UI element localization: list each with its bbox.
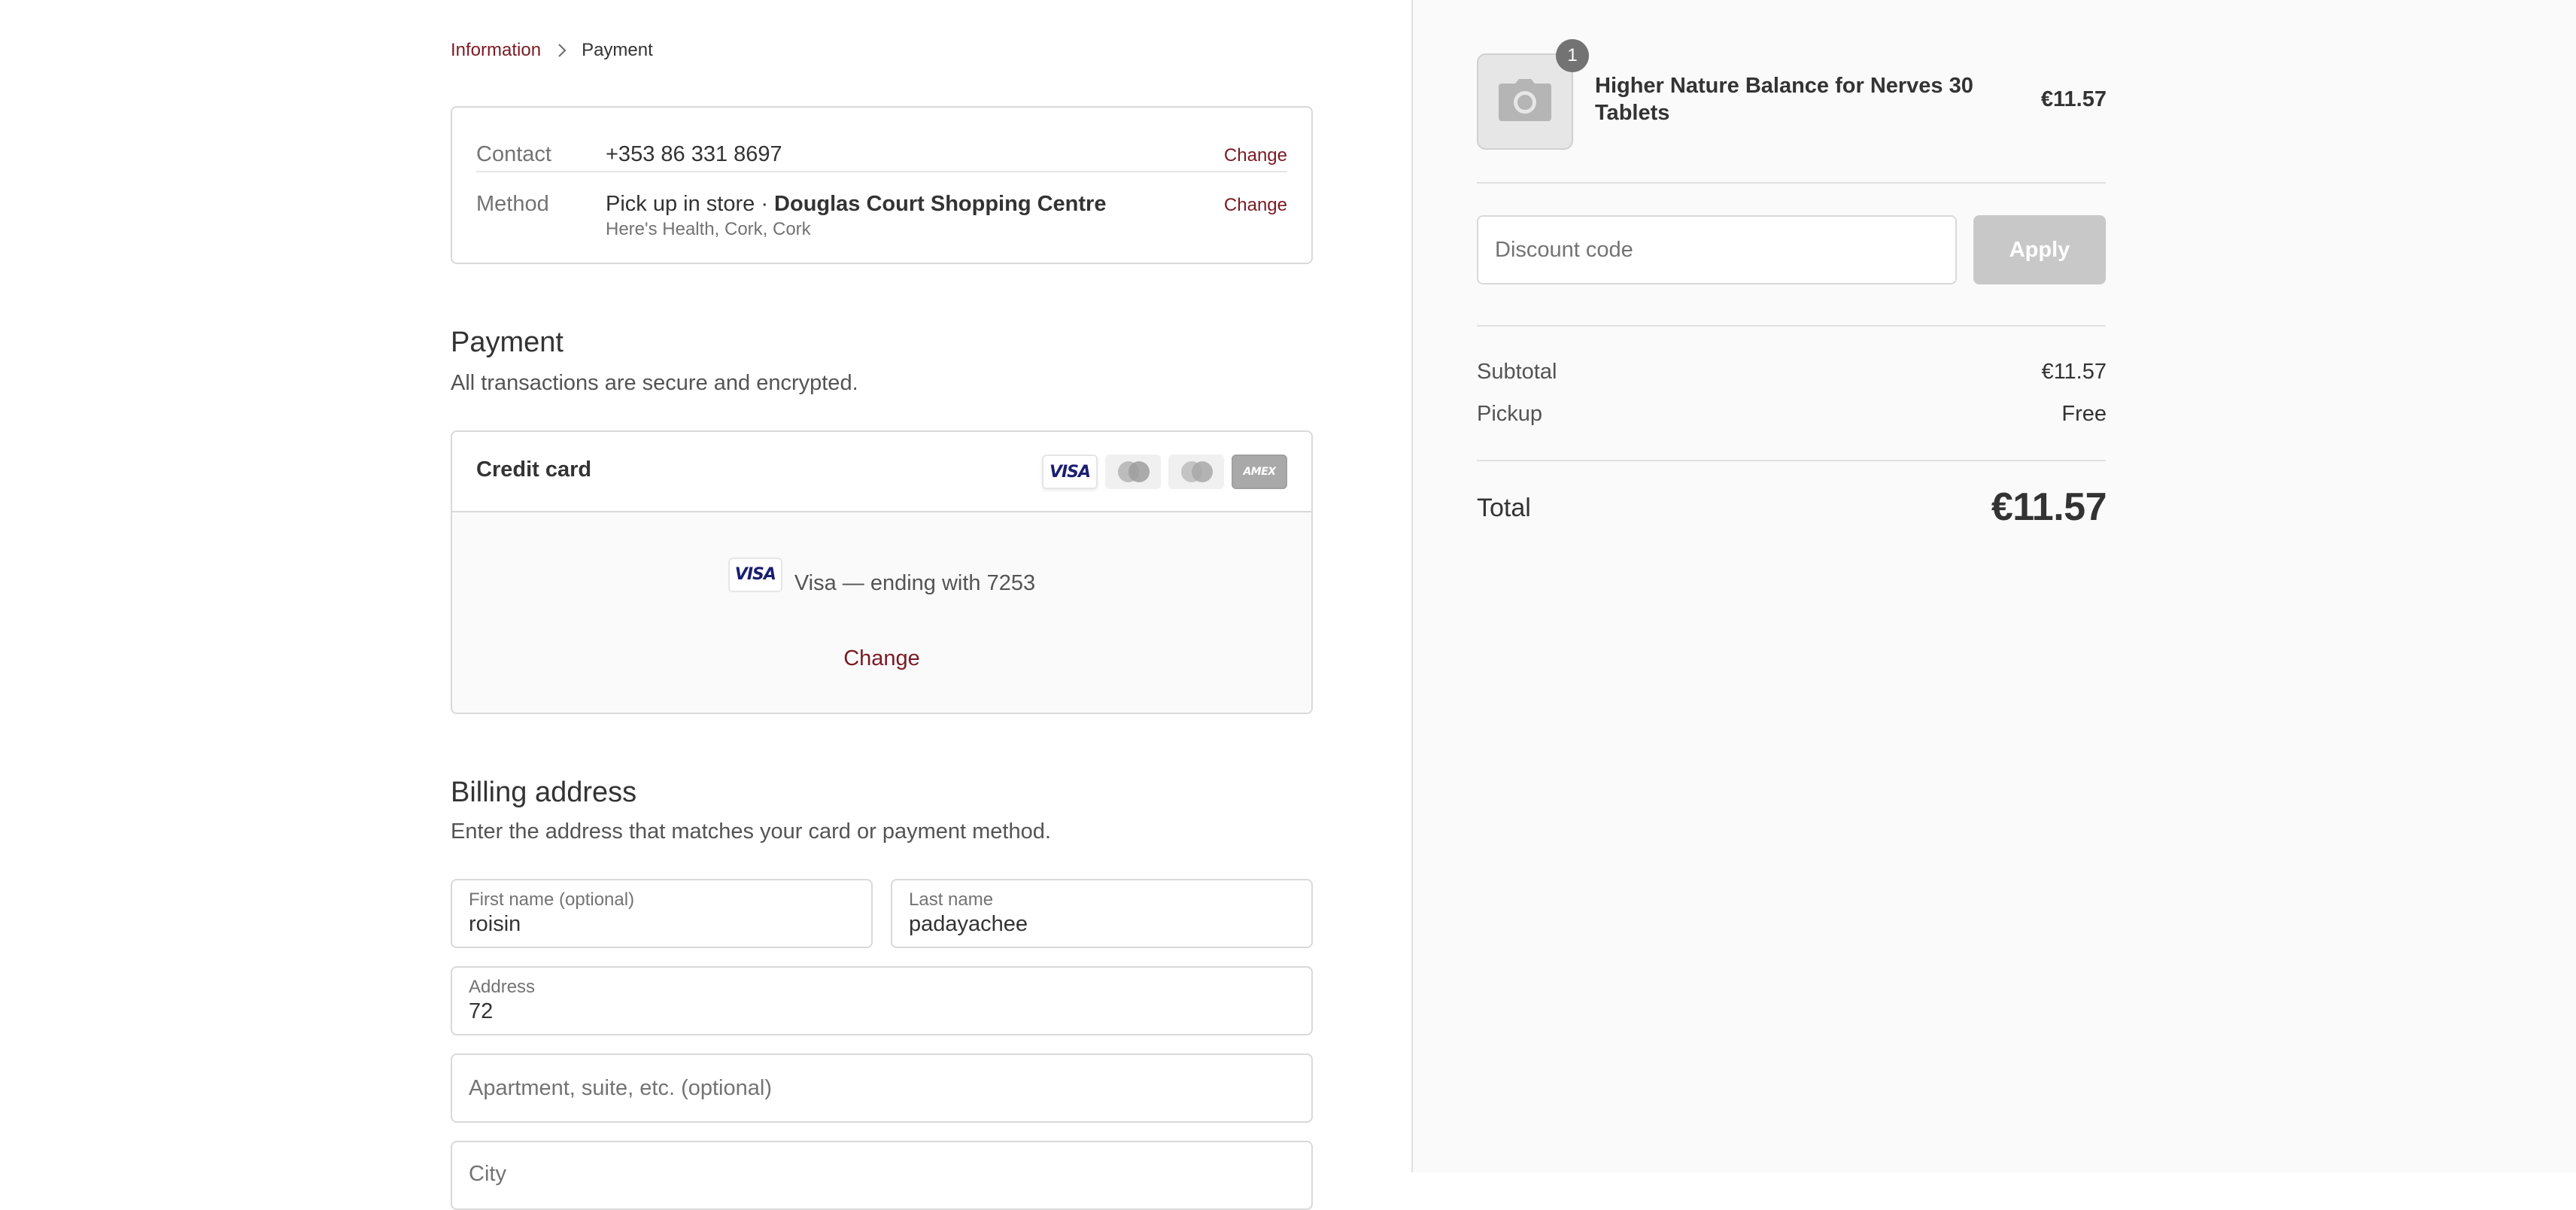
divider bbox=[1477, 460, 2106, 461]
billing-title: Billing address bbox=[451, 777, 637, 808]
review-contact-row: Contact +353 86 331 8697 Change bbox=[476, 124, 1287, 172]
breadcrumb-information[interactable]: Information bbox=[451, 40, 541, 61]
breadcrumb-payment: Payment bbox=[582, 40, 653, 60]
divider bbox=[1477, 325, 2106, 327]
change-method-link[interactable]: Change bbox=[1224, 195, 1287, 216]
last-name-label: Last name bbox=[909, 889, 994, 910]
discount-code-input[interactable]: Discount code bbox=[1477, 215, 1957, 284]
credit-card-option[interactable]: Credit card VISA AMEX bbox=[452, 432, 1311, 512]
apartment-field[interactable]: Apartment, suite, etc. (optional) bbox=[451, 1053, 1313, 1123]
breadcrumb: Information Payment bbox=[451, 38, 653, 63]
first-name-field[interactable]: First name (optional) roisin bbox=[451, 879, 873, 948]
address-field[interactable]: Address 72 bbox=[451, 966, 1313, 1035]
card-brand-icons: VISA AMEX bbox=[1042, 455, 1287, 489]
visa-icon: VISA bbox=[728, 557, 782, 592]
pickup-label: Pickup bbox=[1477, 402, 1543, 426]
subtotal-value: €11.57 bbox=[2041, 360, 2107, 384]
change-card-link[interactable]: Change bbox=[452, 646, 1311, 671]
order-summary bbox=[1411, 0, 2576, 1172]
total-label: Total bbox=[1477, 494, 1531, 522]
saved-card: VISA Visa — ending with 7253 bbox=[452, 557, 1311, 596]
last-name-field[interactable]: Last name padayachee bbox=[891, 879, 1313, 948]
address-label: Address bbox=[469, 977, 536, 997]
saved-card-text: Visa — ending with 7253 bbox=[794, 571, 1036, 595]
city-placeholder: City bbox=[469, 1162, 506, 1186]
method-store-address: Here's Health, Cork, Cork bbox=[606, 219, 811, 239]
subtotal-label: Subtotal bbox=[1477, 360, 1557, 384]
visa-icon: VISA bbox=[1042, 455, 1098, 489]
last-name-value: padayachee bbox=[909, 912, 1028, 936]
chevron-right-icon bbox=[554, 43, 570, 58]
product-name: Higher Nature Balance for Nerves 30 Tabl… bbox=[1595, 74, 1973, 125]
maestro-icon bbox=[1168, 455, 1224, 489]
payment-title: Payment bbox=[451, 327, 564, 358]
product-price: €11.57 bbox=[2040, 87, 2107, 111]
apply-discount-button[interactable]: Apply bbox=[1973, 215, 2106, 284]
camera-icon bbox=[1499, 78, 1551, 125]
credit-card-label: Credit card bbox=[476, 458, 592, 482]
method-value-prefix: Pick up in store · bbox=[606, 192, 775, 216]
method-store-name: Douglas Court Shopping Centre bbox=[774, 192, 1107, 216]
review-block: Contact +353 86 331 8697 Change Method P… bbox=[451, 106, 1313, 264]
checkout-main: Information Payment Contact +353 86 331 … bbox=[0, 0, 1411, 1210]
quantity-badge: 1 bbox=[1556, 39, 1589, 72]
payment-method-box: Credit card VISA AMEX VISA Visa — ending… bbox=[451, 430, 1313, 714]
address-value: 72 bbox=[469, 999, 494, 1023]
change-contact-link[interactable]: Change bbox=[1224, 145, 1287, 166]
billing-subtitle: Enter the address that matches your card… bbox=[451, 819, 1051, 844]
pickup-value: Free bbox=[2061, 402, 2107, 426]
review-method-row: Method Pick up in store · Douglas Court … bbox=[476, 172, 1287, 248]
method-value: Pick up in store · Douglas Court Shoppin… bbox=[606, 192, 1106, 217]
total-value: €11.57 bbox=[1991, 485, 2107, 529]
city-field[interactable]: City bbox=[451, 1141, 1313, 1210]
payment-subtitle: All transactions are secure and encrypte… bbox=[451, 371, 858, 395]
contact-label: Contact bbox=[476, 142, 551, 166]
product-thumbnail bbox=[1477, 53, 1573, 150]
amex-icon: AMEX bbox=[1232, 455, 1287, 489]
first-name-value: roisin bbox=[469, 912, 521, 936]
first-name-label: First name (optional) bbox=[469, 889, 635, 910]
saved-card-panel: VISA Visa — ending with 7253 Change bbox=[452, 512, 1311, 713]
mastercard-icon bbox=[1105, 455, 1161, 489]
contact-value: +353 86 331 8697 bbox=[606, 142, 782, 166]
method-label: Method bbox=[476, 192, 549, 216]
apartment-placeholder: Apartment, suite, etc. (optional) bbox=[469, 1076, 772, 1100]
divider bbox=[1477, 182, 2106, 184]
discount-placeholder: Discount code bbox=[1495, 238, 1633, 262]
